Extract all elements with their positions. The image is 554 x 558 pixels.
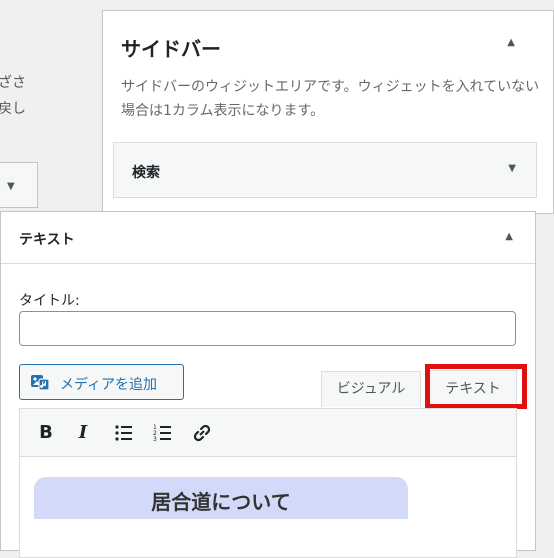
title-label: タイトル: xyxy=(19,293,80,309)
sidebar-description: サイドバーのウィジットエリアです。ウィジェットを入れていない場合は1カラム表示に… xyxy=(121,79,540,119)
sidebar-title: サイドバー xyxy=(121,37,221,61)
text-widget-header[interactable]: テキスト ▲ xyxy=(1,212,535,264)
content-heading: 居合道について xyxy=(151,490,291,514)
editor-content[interactable]: 居合道について xyxy=(20,457,516,557)
svg-text:3: 3 xyxy=(153,436,157,443)
bulleted-list-icon[interactable] xyxy=(112,421,136,445)
left-panel-text-1: ざさ xyxy=(0,75,26,91)
bold-icon[interactable]: B xyxy=(34,421,58,445)
title-input[interactable] xyxy=(19,311,516,346)
tab-text[interactable]: テキスト xyxy=(429,370,517,408)
link-icon[interactable] xyxy=(190,421,214,445)
add-media-button[interactable]: メディアを追加 xyxy=(19,364,184,400)
search-widget[interactable]: 検索 ▼ xyxy=(113,142,537,198)
content-heading-block: 居合道について xyxy=(34,477,408,519)
media-icon xyxy=(30,372,50,395)
arrow-up-icon[interactable]: ▲ xyxy=(507,37,515,48)
tab-visual[interactable]: ビジュアル xyxy=(321,371,421,407)
left-widget-box[interactable]: ▼ xyxy=(0,162,38,208)
text-editor[interactable]: B I 1 2 3 居合道について xyxy=(19,408,517,558)
text-widget-title: テキスト xyxy=(19,232,75,248)
arrow-up-icon[interactable]: ▲ xyxy=(505,231,513,242)
text-widget: テキスト ▲ タイトル: メディアを追加 ビジュアル テキスト B I 1 2 … xyxy=(0,211,536,558)
italic-icon[interactable]: I xyxy=(71,421,95,445)
numbered-list-icon[interactable]: 1 2 3 xyxy=(151,421,175,445)
add-media-label: メディアを追加 xyxy=(60,376,158,392)
editor-toolbar: B I 1 2 3 xyxy=(20,409,516,457)
search-widget-title: 検索 xyxy=(132,165,160,181)
sidebar-widget-area: サイドバー ▲ サイドバーのウィジットエリアです。ウィジェットを入れていない場合… xyxy=(102,10,554,214)
arrow-down-icon[interactable]: ▼ xyxy=(7,181,15,192)
left-panel-text-2: 戻し xyxy=(0,101,26,117)
arrow-down-icon[interactable]: ▼ xyxy=(508,163,516,174)
left-panel: ざさ 戻し xyxy=(0,12,36,142)
